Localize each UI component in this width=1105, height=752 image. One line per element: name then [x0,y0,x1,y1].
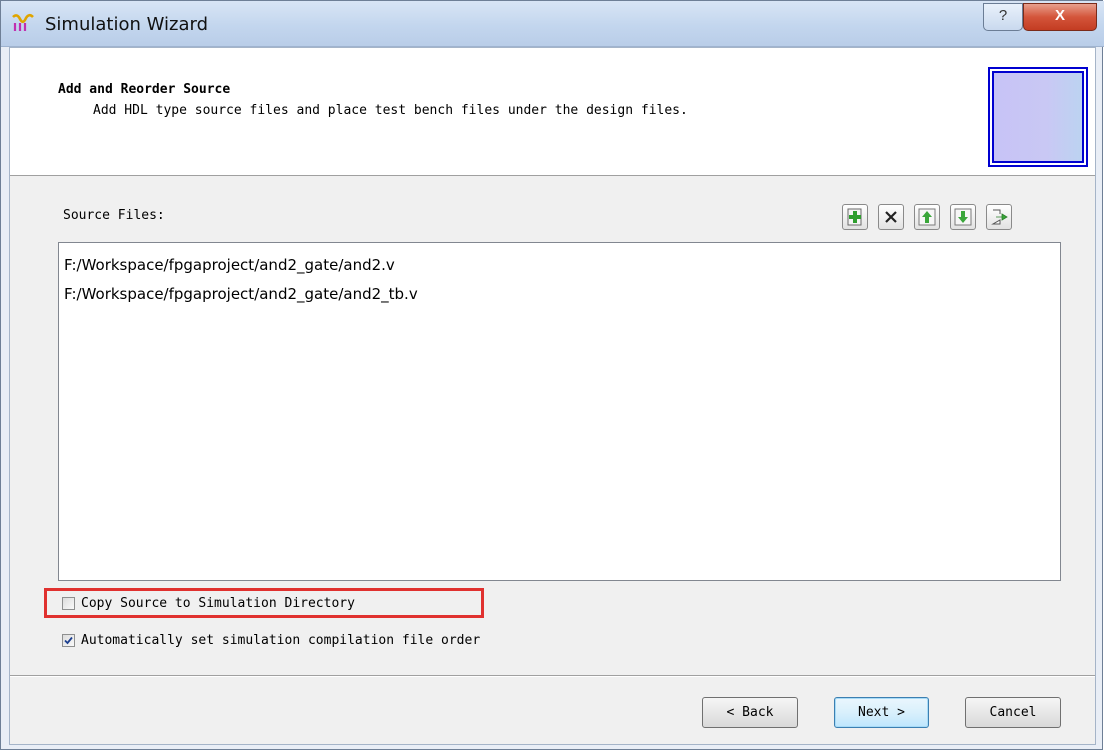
page-title: Add and Reorder Source [58,82,231,97]
copy-source-label: Copy Source to Simulation Directory [81,596,355,611]
list-item[interactable]: F:/Workspace/fpgaproject/and2_gate/and2.… [64,256,395,274]
help-button[interactable]: ? [983,3,1023,31]
export-icon [991,209,1008,225]
copy-source-option[interactable]: Copy Source to Simulation Directory [58,594,458,616]
title-bar[interactable]: Simulation Wizard ? X [1,1,1104,47]
move-up-icon [918,208,936,226]
page-subtitle: Add HDL type source files and place test… [93,103,688,118]
add-file-button[interactable] [842,204,868,230]
remove-file-button[interactable] [878,204,904,230]
wizard-body: Add and Reorder Source Add HDL type sour… [9,47,1096,745]
footer-divider [10,675,1095,677]
wizard-header-image [988,67,1088,167]
wizard-app-icon [12,13,34,31]
auto-order-option[interactable]: Automatically set simulation compilation… [58,631,618,653]
move-up-button[interactable] [914,204,940,230]
close-icon: X [1054,7,1065,24]
wizard-header-image-fill [992,71,1084,163]
source-file-list[interactable]: F:/Workspace/fpgaproject/and2_gate/and2.… [58,242,1061,581]
remove-file-icon [885,211,897,223]
auto-order-checkbox[interactable] [62,634,75,647]
export-button[interactable] [986,204,1012,230]
simulation-wizard-window: Simulation Wizard ? X Add and Reorder So… [0,0,1104,750]
auto-order-label: Automatically set simulation compilation… [81,633,481,648]
list-item[interactable]: F:/Workspace/fpgaproject/and2_gate/and2_… [64,285,418,303]
wizard-header: Add and Reorder Source Add HDL type sour… [10,48,1095,176]
close-button[interactable]: X [1023,3,1097,31]
checkmark-icon [64,636,73,645]
add-file-icon [847,208,862,226]
move-down-icon [954,208,972,226]
cancel-button[interactable]: Cancel [965,697,1061,728]
next-button[interactable]: Next > [834,697,929,728]
copy-source-checkbox[interactable] [62,597,75,610]
source-files-label: Source Files: [63,208,165,223]
help-icon: ? [998,7,1008,24]
window-title: Simulation Wizard [45,14,208,35]
back-button[interactable]: < Back [702,697,798,728]
move-down-button[interactable] [950,204,976,230]
